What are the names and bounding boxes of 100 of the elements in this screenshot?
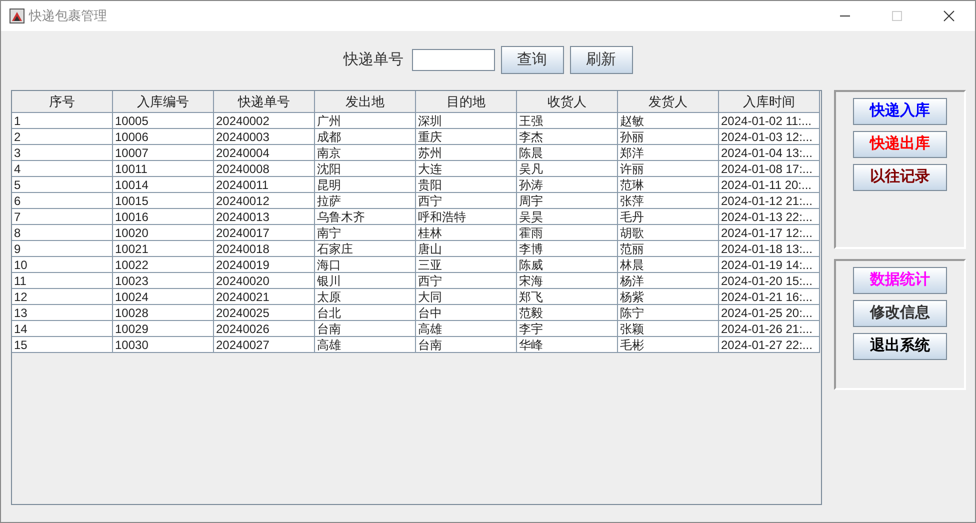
table-cell: 郑飞 <box>517 289 618 305</box>
table-cell: 吴昊 <box>517 209 618 225</box>
table-cell: 大同 <box>416 289 517 305</box>
action-button[interactable]: 修改信息 <box>853 300 947 327</box>
table-cell: 2024-01-04 13:... <box>719 145 820 161</box>
table-cell: 20240011 <box>214 177 315 193</box>
table-cell: 周宇 <box>517 193 618 209</box>
table-cell: 2024-01-02 11:... <box>719 113 820 129</box>
table-cell: 拉萨 <box>315 193 416 209</box>
table-cell: 深圳 <box>416 113 517 129</box>
table-cell: 孙涛 <box>517 177 618 193</box>
table-cell: 西宁 <box>416 193 517 209</box>
column-header[interactable]: 发出地 <box>315 91 416 113</box>
table-cell: 10007 <box>113 145 214 161</box>
table-cell: 10028 <box>113 305 214 321</box>
table-cell: 10024 <box>113 289 214 305</box>
table-cell: 广州 <box>315 113 416 129</box>
table-cell: 10016 <box>113 209 214 225</box>
table-cell: 2024-01-03 12:... <box>719 129 820 145</box>
table-cell: 台北 <box>315 305 416 321</box>
table-cell: 贵阳 <box>416 177 517 193</box>
column-header[interactable]: 收货人 <box>517 91 618 113</box>
table-cell: 三亚 <box>416 257 517 273</box>
table-cell: 桂林 <box>416 225 517 241</box>
table-cell: 赵敏 <box>618 113 719 129</box>
table-cell: 许丽 <box>618 161 719 177</box>
table-cell: 2024-01-17 12:... <box>719 225 820 241</box>
table-cell: 南宁 <box>315 225 416 241</box>
table-cell: 高雄 <box>315 337 416 353</box>
table-cell: 郑洋 <box>618 145 719 161</box>
table-cell: 2024-01-21 16:... <box>719 289 820 305</box>
column-header[interactable]: 快递单号 <box>214 91 315 113</box>
table-cell: 台中 <box>416 305 517 321</box>
table-cell: 10021 <box>113 241 214 257</box>
table-cell: 20240012 <box>214 193 315 209</box>
column-header[interactable]: 目的地 <box>416 91 517 113</box>
table-cell: 20240019 <box>214 257 315 273</box>
table-cell: 10029 <box>113 321 214 337</box>
table-cell: 10005 <box>113 113 214 129</box>
table-cell: 大连 <box>416 161 517 177</box>
action-button[interactable]: 快递入库 <box>853 98 947 125</box>
tracking-number-field[interactable] <box>412 49 494 71</box>
column-header[interactable]: 发货人 <box>618 91 719 113</box>
table-cell: 20240027 <box>214 337 315 353</box>
table-cell: 沈阳 <box>315 161 416 177</box>
table-cell: 宋海 <box>517 273 618 289</box>
table-cell: 10020 <box>113 225 214 241</box>
table-cell: 20240020 <box>214 273 315 289</box>
table-cell: 2024-01-11 20:... <box>719 177 820 193</box>
table-cell: 10 <box>12 257 113 273</box>
table-cell: 2024-01-08 17:... <box>719 161 820 177</box>
table-cell: 林晨 <box>618 257 719 273</box>
table-cell: 2024-01-19 14:... <box>719 257 820 273</box>
table-cell: 2024-01-25 20:... <box>719 305 820 321</box>
table-cell: 7 <box>12 209 113 225</box>
table-cell: 20240013 <box>214 209 315 225</box>
column-header[interactable]: 序号 <box>12 91 113 113</box>
app-icon <box>9 8 25 24</box>
table-cell: 海口 <box>315 257 416 273</box>
table-cell: 张颖 <box>618 321 719 337</box>
action-button[interactable]: 以往记录 <box>853 164 947 191</box>
table-cell: 银川 <box>315 273 416 289</box>
table-cell: 2024-01-20 15:... <box>719 273 820 289</box>
table-cell: 20240026 <box>214 321 315 337</box>
search-button[interactable]: 查询 <box>500 46 564 74</box>
search-button[interactable]: 刷新 <box>570 46 632 74</box>
table-cell: 胡歌 <box>618 225 719 241</box>
table-cell: 李宇 <box>517 321 618 337</box>
table-cell: 李杰 <box>517 129 618 145</box>
table-cell: 20240004 <box>214 145 315 161</box>
window-title: 快递包裹管理 <box>29 7 107 26</box>
table-cell: 孙丽 <box>618 129 719 145</box>
table-cell: 9 <box>12 241 113 257</box>
table-cell: 11 <box>12 273 113 289</box>
table-cell: 20240018 <box>214 241 315 257</box>
table-cell: 李博 <box>517 241 618 257</box>
column-header[interactable]: 入库编号 <box>113 91 214 113</box>
table-cell: 范丽 <box>618 241 719 257</box>
table-cell: 昆明 <box>315 177 416 193</box>
table-cell: 20240017 <box>214 225 315 241</box>
table-cell: 2024-01-27 22:... <box>719 337 820 353</box>
table-cell: 台南 <box>416 337 517 353</box>
close-button[interactable] <box>943 10 955 22</box>
table-cell: 陈威 <box>517 257 618 273</box>
table-cell: 太原 <box>315 289 416 305</box>
table-cell: 范毅 <box>517 305 618 321</box>
column-header[interactable]: 入库时间 <box>719 91 820 113</box>
table-cell: 成都 <box>315 129 416 145</box>
table-cell: 10023 <box>113 273 214 289</box>
table-cell: 10014 <box>113 177 214 193</box>
table-cell: 10011 <box>113 161 214 177</box>
table-cell: 乌鲁木齐 <box>315 209 416 225</box>
table-cell: 6 <box>12 193 113 209</box>
action-button[interactable]: 退出系统 <box>853 333 947 360</box>
table-cell: 3 <box>12 145 113 161</box>
table-cell: 20240025 <box>214 305 315 321</box>
table-cell: 台南 <box>315 321 416 337</box>
table-cell: 呼和浩特 <box>416 209 517 225</box>
table-cell: 杨洋 <box>618 273 719 289</box>
table-cell: 西宁 <box>416 273 517 289</box>
